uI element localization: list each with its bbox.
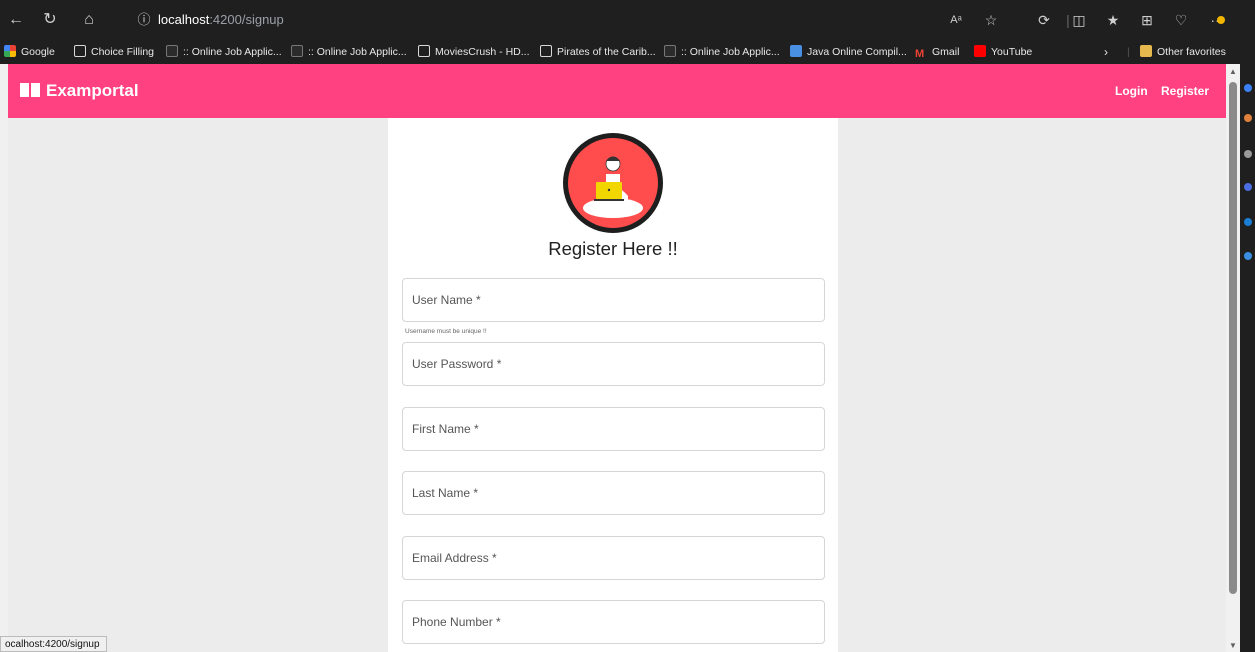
job-site-icon [166,45,178,57]
scrollbar-thumb[interactable] [1229,82,1237,594]
bookmark-label: Pirates of the Carib... [557,46,656,58]
first-name-field[interactable] [402,407,825,451]
job-site-icon [291,45,303,57]
extensions-icon[interactable]: ⟳ [1034,10,1054,30]
bookmark-label: MoviesCrush - HD... [435,46,530,58]
last-name-input[interactable] [403,472,824,514]
sidebar-games-icon[interactable] [1244,183,1252,191]
register-link[interactable]: Register [1161,64,1209,118]
browser-essentials-icon[interactable]: ♡ [1171,10,1191,30]
page-viewport: Examportal Login Register Register Here … [8,64,1226,652]
url-text[interactable]: localhost:4200/signup [158,8,284,32]
folder-icon [1140,45,1152,57]
email-field[interactable] [402,536,825,580]
browser-toolbar: ← ↻ ⌂ ⓘ localhost:4200/signup Aᵃ ☆ ⟳ | ◫… [0,0,1255,40]
java-icon [790,45,802,57]
favorites-list-icon[interactable]: ★ [1103,10,1123,30]
page-title: Register Here !! [548,238,678,259]
first-name-input[interactable] [403,408,824,450]
url-path: :4200/signup [209,12,284,27]
google-icon [4,45,16,57]
password-field[interactable] [402,342,825,386]
url-host: localhost [158,12,210,27]
home-icon[interactable]: ⌂ [79,10,99,30]
avatar [563,133,663,233]
bookmark-label: Java Online Compil... [807,46,907,58]
bookmarks-divider: | [1127,46,1130,58]
scroll-down-arrow-icon[interactable]: ▼ [1229,641,1237,650]
bookmark-label: Gmail [932,46,960,58]
read-aloud-icon[interactable]: Aᵃ [946,10,966,30]
bookmark-label: :: Online Job Applic... [681,46,780,58]
sidebar-copilot-icon[interactable] [1244,84,1252,92]
app-toolbar: Examportal Login Register [8,64,1226,118]
login-link[interactable]: Login [1115,64,1148,118]
sidebar-outlook-icon[interactable] [1244,252,1252,260]
site-info-icon[interactable]: ⓘ [136,8,152,32]
gmail-icon: M [915,48,925,60]
register-card: Register Here !! Username must be unique… [388,118,838,652]
bookmark-label: Google [21,46,55,58]
sidebar-shopping-icon[interactable] [1244,114,1252,122]
link-status-bar: ocalhost:4200/signup [0,636,107,652]
book-icon [20,83,40,97]
notification-badge-icon [1217,16,1225,24]
scroll-up-arrow-icon[interactable]: ▲ [1229,67,1237,76]
page-icon [74,45,86,57]
brand[interactable]: Examportal [20,64,139,118]
bookmark-label: :: Online Job Applic... [183,46,282,58]
page-icon [540,45,552,57]
bookmarks-bar: Google Choice Filling :: Online Job Appl… [0,40,1255,64]
other-favorites-folder[interactable]: Other favorites [1140,40,1226,64]
bookmarks-overflow-chevron-icon[interactable]: › [1104,40,1108,64]
job-site-icon [664,45,676,57]
username-field[interactable] [402,278,825,322]
bookmark-moviescrush[interactable]: MoviesCrush - HD... [418,40,530,64]
person-with-laptop-icon [583,156,643,218]
youtube-icon [974,45,986,57]
refresh-icon[interactable]: ↻ [40,10,60,30]
phone-input[interactable] [403,601,824,643]
bookmark-youtube[interactable]: YouTube [974,40,1032,64]
bookmark-choice-filling[interactable]: Choice Filling [74,40,154,64]
username-hint: Username must be unique !! [405,328,487,335]
email-input[interactable] [403,537,824,579]
bookmark-label: :: Online Job Applic... [308,46,407,58]
bookmark-google[interactable]: Google [4,40,55,64]
other-favorites-label: Other favorites [1157,46,1226,58]
bookmark-gmail[interactable]: M Gmail [915,40,959,64]
bookmark-job-1[interactable]: :: Online Job Applic... [166,40,282,64]
sidebar-tools-icon[interactable] [1244,150,1252,158]
collections-icon[interactable]: ⊞ [1137,10,1157,30]
brand-name: Examportal [46,81,139,100]
phone-field[interactable] [402,600,825,644]
favorite-star-icon[interactable]: ☆ [981,10,1001,30]
bookmark-job-2[interactable]: :: Online Job Applic... [291,40,407,64]
bookmark-pirates[interactable]: Pirates of the Carib... [540,40,656,64]
bookmark-java-compiler[interactable]: Java Online Compil... [790,40,907,64]
last-name-field[interactable] [402,471,825,515]
avatar-illustration [568,138,658,228]
sidebar-office-icon[interactable] [1244,218,1252,226]
page-scrollbar[interactable]: ▲ ▼ [1226,64,1240,652]
split-screen-icon[interactable]: ◫ [1069,10,1089,30]
page-icon [418,45,430,57]
bookmark-label: Choice Filling [91,46,155,58]
username-input[interactable] [403,279,824,321]
edge-sidebar [1240,40,1255,652]
address-bar[interactable]: ⓘ localhost:4200/signup [120,8,940,32]
password-input[interactable] [403,343,824,385]
bookmark-job-3[interactable]: :: Online Job Applic... [664,40,780,64]
back-arrow-icon[interactable]: ← [6,10,26,30]
bookmark-label: YouTube [991,46,1033,58]
